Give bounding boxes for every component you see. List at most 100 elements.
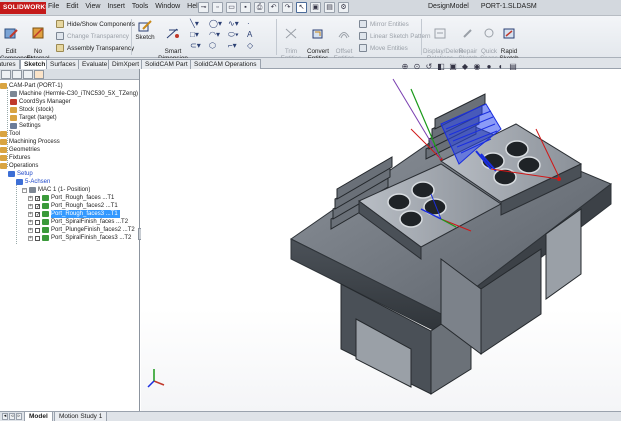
tree-item-tool[interactable]: Tool bbox=[0, 130, 20, 138]
apply-scene-icon[interactable]: ◐ bbox=[496, 62, 506, 71]
expand-icon[interactable]: + bbox=[28, 203, 33, 209]
view-orientation-icon[interactable]: ▣ bbox=[448, 62, 458, 71]
tree-item-settings[interactable]: Settings bbox=[10, 122, 41, 130]
tab-motion-study-1[interactable]: Motion Study 1 bbox=[54, 412, 108, 421]
menu-edit[interactable]: Edit bbox=[66, 3, 78, 10]
operation-checkbox[interactable] bbox=[35, 219, 40, 225]
mirror-entities-button[interactable]: Mirror Entities bbox=[359, 20, 409, 28]
edit-appearance-icon[interactable]: ● bbox=[484, 62, 494, 71]
display-style-icon[interactable]: ◆ bbox=[460, 62, 470, 71]
spline-tool-icon[interactable]: ∿▾ bbox=[228, 19, 247, 28]
tree-item-fixtures[interactable]: Fixtures bbox=[0, 154, 30, 162]
options-icon[interactable]: ⚙ bbox=[338, 2, 349, 13]
plane-tool-icon[interactable]: ◇ bbox=[247, 41, 266, 50]
expand-icon[interactable]: + bbox=[28, 195, 33, 201]
operation-checkbox[interactable]: ✓ bbox=[35, 203, 40, 209]
line-tool-icon[interactable]: ╲▾ bbox=[190, 19, 209, 28]
tab-dimxpert[interactable]: DimXpert bbox=[108, 59, 144, 69]
previous-tab-arrow-icon[interactable]: ◃ bbox=[9, 413, 15, 420]
tree-item-operation-selected[interactable]: + ✓ Port_Rough_faces3 ...T1 bbox=[28, 210, 120, 218]
display-delete-relations-button[interactable]: Display/Delete Relations bbox=[423, 20, 464, 62]
operation-checkbox[interactable] bbox=[35, 235, 40, 241]
view-settings-icon[interactable]: ▤ bbox=[508, 62, 518, 71]
tree-item-operations[interactable]: Operations bbox=[0, 162, 38, 170]
section-view-icon[interactable]: ◧ bbox=[436, 62, 446, 71]
menu-view[interactable]: View bbox=[85, 3, 100, 10]
hide-show-components-button[interactable]: Hide/Show Components bbox=[56, 20, 135, 28]
tree-item-cam-part[interactable]: CAM-Part (PORT-1) bbox=[0, 82, 63, 90]
zoom-to-area-icon[interactable]: ⊙ bbox=[412, 62, 422, 71]
point-tool-icon[interactable]: · bbox=[247, 19, 266, 28]
configuration-manager-tab-icon[interactable] bbox=[23, 70, 33, 79]
expand-icon[interactable]: + bbox=[28, 219, 33, 225]
tree-item-operation[interactable]: + ✓ Port_Rough_faces ...T1 bbox=[28, 194, 114, 202]
tree-item-operation[interactable]: + ✓ Port_Rough_faces2 ...T1 bbox=[28, 202, 118, 210]
solidcam-manager-tab-icon[interactable] bbox=[34, 70, 44, 79]
tree-item-operation[interactable]: + Port_PlungeFinish_faces2 ...T2 bbox=[28, 226, 135, 234]
hide-show-items-icon[interactable]: ◉ bbox=[472, 62, 482, 71]
trim-entities-button[interactable]: Trim Entities bbox=[278, 20, 304, 62]
feature-manager-tab-icon[interactable] bbox=[1, 70, 11, 79]
tree-item-mac-1[interactable]: − MAC 1 (1- Position) bbox=[22, 186, 90, 194]
tab-features[interactable]: Features bbox=[0, 59, 20, 69]
tree-item-machine[interactable]: Machine (Hermle-C30_iTNC530_5X_TZeng) bbox=[10, 90, 138, 98]
expand-icon[interactable]: + bbox=[28, 235, 33, 241]
tree-item-target[interactable]: Target (target) bbox=[10, 114, 57, 122]
menu-tools[interactable]: Tools bbox=[132, 3, 148, 10]
tab-solidcam-part[interactable]: SolidCAM Part bbox=[141, 59, 192, 69]
convert-entities-button[interactable]: Convert Entities bbox=[305, 20, 331, 62]
menu-window[interactable]: Window bbox=[155, 3, 180, 10]
operation-checkbox[interactable]: ✓ bbox=[35, 211, 40, 217]
previous-view-icon[interactable]: ↺ bbox=[424, 62, 434, 71]
graphics-area[interactable] bbox=[141, 69, 621, 411]
edit-component-button[interactable]: Edit Component bbox=[0, 20, 33, 62]
menu-insert[interactable]: Insert bbox=[107, 3, 125, 10]
text-tool-icon[interactable]: A bbox=[247, 30, 266, 39]
collapse-icon[interactable]: − bbox=[22, 187, 27, 193]
new-document-icon[interactable]: ▫ bbox=[212, 2, 223, 13]
save-icon[interactable]: ▪ bbox=[240, 2, 251, 13]
repair-sketch-button[interactable]: Repair Sketch bbox=[457, 20, 479, 62]
assembly-transparency-button[interactable]: Assembly Transparency bbox=[56, 44, 134, 52]
tree-item-stock[interactable]: Stock (stock) bbox=[10, 106, 54, 114]
tab-solidcam-operations[interactable]: SolidCAM Operations bbox=[190, 59, 261, 69]
arc-tool-icon[interactable]: ◠▾ bbox=[209, 30, 228, 39]
linear-sketch-pattern-button[interactable]: Linear Sketch Pattern bbox=[359, 32, 431, 40]
tab-model[interactable]: Model bbox=[24, 412, 53, 421]
polygon-tool-icon[interactable]: ⬡ bbox=[209, 41, 228, 50]
tab-surfaces[interactable]: Surfaces bbox=[46, 59, 80, 69]
operation-checkbox[interactable]: ✓ bbox=[35, 195, 40, 201]
redo-icon[interactable]: ↷ bbox=[282, 2, 293, 13]
tree-item-operation[interactable]: + Port_SpiralFinish_faces3 ...T2 bbox=[28, 234, 131, 242]
expand-icon[interactable]: + bbox=[28, 211, 33, 217]
property-manager-tab-icon[interactable] bbox=[12, 70, 22, 79]
operation-checkbox[interactable] bbox=[35, 227, 40, 233]
slot-tool-icon[interactable]: ⊂▾ bbox=[190, 41, 209, 50]
tab-evaluate[interactable]: Evaluate bbox=[78, 59, 112, 69]
print-icon[interactable]: ⎙ bbox=[254, 2, 265, 13]
tree-item-setup[interactable]: Setup bbox=[8, 170, 33, 178]
rebuild-icon[interactable]: ▣ bbox=[310, 2, 321, 13]
undo-icon[interactable]: ↶ bbox=[268, 2, 279, 13]
cylinder-head-model[interactable] bbox=[141, 69, 621, 411]
rectangle-tool-icon[interactable]: □▾ bbox=[190, 30, 209, 39]
file-properties-icon[interactable]: ▤ bbox=[324, 2, 335, 13]
tab-sketch[interactable]: Sketch bbox=[20, 59, 50, 69]
tree-item-coordsys[interactable]: CoordSys Manager bbox=[10, 98, 71, 106]
expand-icon[interactable]: + bbox=[28, 227, 33, 233]
tree-item-5-achsen[interactable]: 5-Achsen bbox=[16, 178, 50, 186]
select-icon[interactable]: ↖ bbox=[296, 2, 307, 13]
smart-dimension-button[interactable]: Smart Dimension bbox=[158, 20, 188, 62]
open-icon[interactable]: ▭ bbox=[226, 2, 237, 13]
sketch-button[interactable]: Sketch bbox=[133, 20, 157, 41]
zoom-to-fit-icon[interactable]: ⊕ bbox=[400, 62, 410, 71]
menu-file[interactable]: File bbox=[48, 3, 59, 10]
offset-entities-button[interactable]: Offset Entities bbox=[332, 20, 356, 62]
change-transparency-button[interactable]: Change Transparency bbox=[56, 32, 129, 40]
tree-item-machining-process[interactable]: Machining Process bbox=[0, 138, 60, 146]
rapid-sketch-button[interactable]: Rapid Sketch bbox=[499, 20, 519, 62]
fillet-tool-icon[interactable]: ⌐▾ bbox=[228, 41, 247, 50]
ellipse-tool-icon[interactable]: ⬭▾ bbox=[228, 30, 247, 39]
move-entities-button[interactable]: Move Entities bbox=[359, 44, 408, 52]
tree-item-geometries[interactable]: Geometries bbox=[0, 146, 40, 154]
